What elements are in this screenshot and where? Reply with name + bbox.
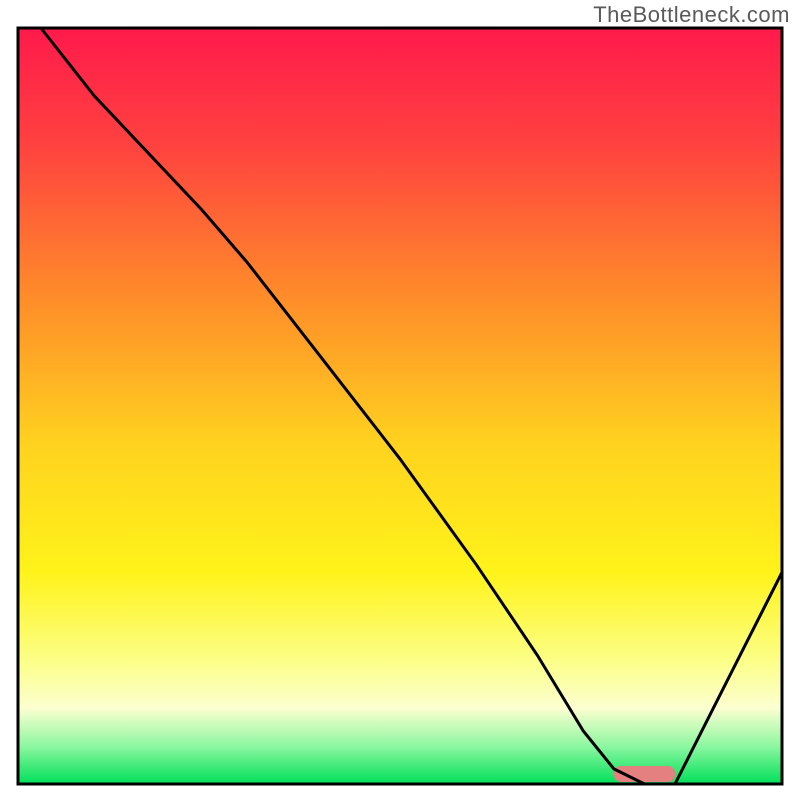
plot-background	[18, 28, 782, 784]
chart-container: TheBottleneck.com	[0, 0, 800, 800]
bottleneck-chart	[0, 0, 800, 800]
watermark-text: TheBottleneck.com	[593, 2, 790, 28]
